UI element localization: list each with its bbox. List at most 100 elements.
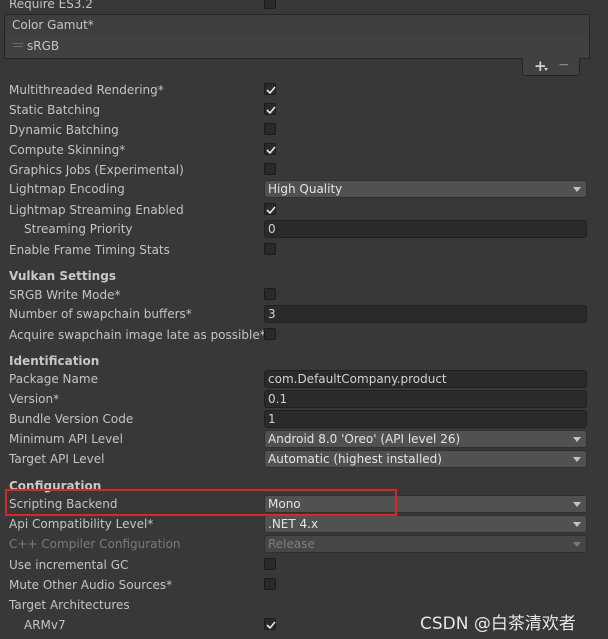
compute-skinning-row: Compute Skinning* xyxy=(0,140,600,160)
bundle-version-code-field[interactable]: 1 xyxy=(264,410,587,428)
static-batching-row: Static Batching xyxy=(0,100,600,120)
lightmap-streaming-label: Lightmap Streaming Enabled xyxy=(9,203,184,217)
color-gamut-item[interactable]: sRGB xyxy=(5,34,589,58)
multithreaded-rendering-label: Multithreaded Rendering* xyxy=(9,83,164,97)
dynamic-batching-checkbox[interactable] xyxy=(264,123,276,135)
compute-skinning-checkbox[interactable] xyxy=(264,143,276,155)
dynamic-batching-row: Dynamic Batching xyxy=(0,120,600,140)
package-name-row: Package Name com.DefaultCompany.product xyxy=(0,369,600,389)
streaming-priority-field[interactable]: 0 xyxy=(264,220,587,238)
version-field[interactable]: 0.1 xyxy=(264,390,587,408)
acquire-late-checkbox[interactable] xyxy=(264,328,276,340)
package-name-label: Package Name xyxy=(9,372,98,386)
frame-timing-stats-label: Enable Frame Timing Stats xyxy=(9,243,170,257)
require-es32-row: Require ES3.2 xyxy=(0,0,600,14)
streaming-priority-value: 0 xyxy=(268,222,276,236)
graphics-jobs-row: Graphics Jobs (Experimental) xyxy=(0,160,600,180)
target-api-level-row: Target API Level Automatic (highest inst… xyxy=(0,449,600,469)
add-item-button[interactable]: + xyxy=(534,57,547,75)
incremental-gc-checkbox[interactable] xyxy=(264,558,276,570)
version-label: Version* xyxy=(9,392,60,406)
lightmap-encoding-dropdown[interactable]: High Quality xyxy=(264,180,587,198)
lightmap-encoding-row: Lightmap Encoding High Quality xyxy=(0,179,600,199)
srgb-write-mode-checkbox[interactable] xyxy=(264,288,276,300)
dynamic-batching-label: Dynamic Batching xyxy=(9,123,119,137)
require-es32-checkbox[interactable] xyxy=(264,0,276,9)
drag-handle-icon[interactable] xyxy=(13,43,23,49)
static-batching-label: Static Batching xyxy=(9,103,101,117)
swapchain-buffers-row: Number of swapchain buffers* 3 xyxy=(0,304,600,324)
api-compat-dropdown[interactable]: .NET 4.x xyxy=(264,515,587,533)
incremental-gc-label: Use incremental GC xyxy=(9,558,129,572)
lightmap-encoding-label: Lightmap Encoding xyxy=(9,182,125,196)
color-gamut-list-header: Color Gamut* xyxy=(4,14,590,35)
color-gamut-item-label: sRGB xyxy=(27,39,60,53)
identification-header: Identification xyxy=(9,354,100,368)
cpp-compiler-value: Release xyxy=(268,537,315,551)
checkmark-icon xyxy=(266,146,276,155)
lightmap-encoding-value: High Quality xyxy=(268,182,343,196)
api-compat-label: Api Compatibility Level* xyxy=(9,517,154,531)
package-name-value: com.DefaultCompany.product xyxy=(268,372,447,386)
swapchain-buffers-value: 3 xyxy=(268,307,276,321)
bundle-version-code-row: Bundle Version Code 1 xyxy=(0,409,600,429)
mute-audio-checkbox[interactable] xyxy=(264,578,276,590)
dropdown-arrow-icon xyxy=(573,457,581,462)
watermark-text: CSDN @白茶清欢者 xyxy=(420,614,576,634)
min-api-level-dropdown[interactable]: Android 8.0 'Oreo' (API level 26) xyxy=(264,430,587,448)
mute-audio-label: Mute Other Audio Sources* xyxy=(9,578,173,592)
remove-item-button[interactable]: − xyxy=(558,57,570,73)
frame-timing-stats-checkbox[interactable] xyxy=(264,243,276,255)
acquire-late-row: Acquire swapchain image late as possible… xyxy=(0,325,600,345)
dropdown-arrow-icon xyxy=(544,68,548,71)
vulkan-settings-header: Vulkan Settings xyxy=(9,269,116,283)
swapchain-buffers-field[interactable]: 3 xyxy=(264,305,587,323)
color-gamut-list: sRGB xyxy=(4,34,590,59)
min-api-level-label: Minimum API Level xyxy=(9,432,123,446)
mute-audio-row: Mute Other Audio Sources* xyxy=(0,575,600,595)
lightmap-streaming-checkbox[interactable] xyxy=(264,203,276,215)
dropdown-arrow-icon xyxy=(573,502,581,507)
streaming-priority-label: Streaming Priority xyxy=(24,222,133,236)
srgb-write-mode-label: SRGB Write Mode* xyxy=(9,288,121,302)
streaming-priority-row: Streaming Priority 0 xyxy=(0,219,600,239)
scripting-backend-row: Scripting Backend Mono xyxy=(0,494,600,514)
swapchain-buffers-label: Number of swapchain buffers* xyxy=(9,307,192,321)
multithreaded-rendering-checkbox[interactable] xyxy=(264,83,276,95)
graphics-jobs-checkbox[interactable] xyxy=(264,163,276,175)
bundle-version-code-value: 1 xyxy=(268,412,276,426)
graphics-jobs-label: Graphics Jobs (Experimental) xyxy=(9,163,184,177)
cpp-compiler-row: C++ Compiler Configuration Release xyxy=(0,534,600,554)
scripting-backend-dropdown[interactable]: Mono xyxy=(264,495,587,513)
configuration-header: Configuration xyxy=(9,479,102,493)
player-settings-panel: Require ES3.2 Color Gamut* sRGB + − Mult… xyxy=(0,0,608,639)
require-es32-label: Require ES3.2 xyxy=(9,0,93,11)
target-api-level-value: Automatic (highest installed) xyxy=(268,452,442,466)
checkmark-icon xyxy=(266,206,276,215)
target-api-level-dropdown[interactable]: Automatic (highest installed) xyxy=(264,450,587,468)
lightmap-streaming-row: Lightmap Streaming Enabled xyxy=(0,200,600,220)
target-api-level-label: Target API Level xyxy=(9,452,105,466)
target-arch-label: Target Architectures xyxy=(9,598,130,612)
package-name-field[interactable]: com.DefaultCompany.product xyxy=(264,370,587,388)
srgb-write-mode-row: SRGB Write Mode* xyxy=(0,285,600,305)
cpp-compiler-dropdown: Release xyxy=(264,535,587,553)
incremental-gc-row: Use incremental GC xyxy=(0,555,600,575)
api-compat-row: Api Compatibility Level* .NET 4.x xyxy=(0,514,600,534)
dropdown-arrow-icon xyxy=(573,437,581,442)
min-api-level-row: Minimum API Level Android 8.0 'Oreo' (AP… xyxy=(0,429,600,449)
min-api-level-value: Android 8.0 'Oreo' (API level 26) xyxy=(268,432,461,446)
checkmark-icon xyxy=(266,86,276,95)
static-batching-checkbox[interactable] xyxy=(264,103,276,115)
bundle-version-code-label: Bundle Version Code xyxy=(9,412,134,426)
version-value: 0.1 xyxy=(268,392,288,406)
dropdown-arrow-icon xyxy=(573,522,581,527)
dropdown-arrow-icon xyxy=(573,542,581,547)
acquire-late-label: Acquire swapchain image late as possible… xyxy=(9,328,266,342)
checkmark-icon xyxy=(266,621,276,630)
dropdown-arrow-icon xyxy=(573,187,581,192)
frame-timing-stats-row: Enable Frame Timing Stats xyxy=(0,240,600,260)
scripting-backend-label: Scripting Backend xyxy=(9,497,118,511)
armv7-checkbox[interactable] xyxy=(264,618,276,630)
api-compat-value: .NET 4.x xyxy=(268,517,319,531)
